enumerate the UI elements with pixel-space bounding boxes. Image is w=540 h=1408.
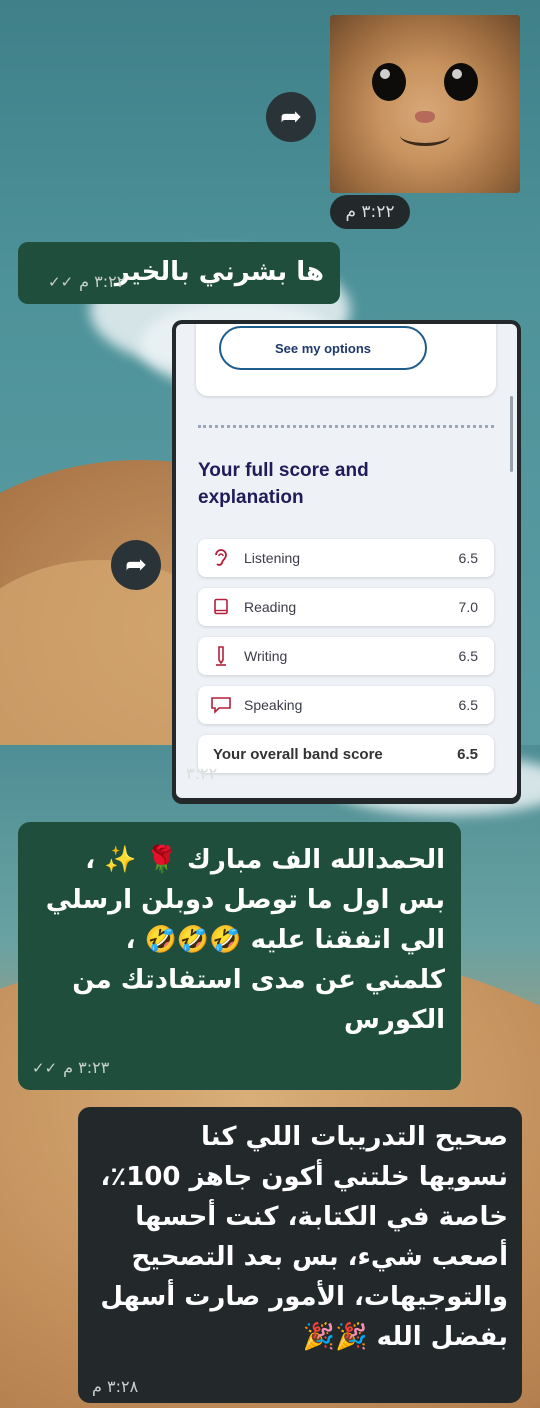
image-message[interactable] [330, 15, 520, 193]
overall-label: Your overall band score [213, 745, 383, 763]
score-label: Writing [244, 648, 288, 664]
overall-band-score-row: Your overall band score 6.5 [198, 735, 494, 773]
outgoing-message[interactable]: ها بشرني بالخير ٣:٢٢ م✓✓ [18, 242, 340, 304]
incoming-message[interactable]: صحيح التدريبات اللي كنا نسويها خلتني أكو… [78, 1107, 522, 1403]
message-line: الحمدالله الف مبارك 🌹 ✨ ، [85, 845, 445, 875]
cat-eye [444, 63, 478, 101]
message-text: ها بشرني بالخير [114, 257, 324, 287]
cat-eye [372, 63, 406, 101]
screenshot-timestamp: ٣:٢٢ [186, 764, 218, 783]
forward-icon[interactable]: ➦ [111, 540, 161, 590]
score-value: 6.5 [458, 697, 478, 713]
outgoing-message[interactable]: الحمدالله الف مبارك 🌹 ✨ ، بس اول ما توصل… [18, 822, 461, 1090]
message-line: والتوجيهات، الأمور صارت أسهل [100, 1282, 508, 1312]
score-label: Reading [244, 599, 297, 615]
message-text: الحمدالله الف مبارك 🌹 ✨ ، بس اول ما توصل… [46, 840, 445, 1040]
score-row-reading: Reading 7.0 [198, 588, 494, 626]
message-time: ٣:٢٢ م [79, 272, 126, 291]
message-line: بس اول ما توصل دوبلن ارسلي [45, 885, 445, 915]
score-label: Speaking [244, 697, 303, 713]
overall-value: 6.5 [457, 745, 478, 763]
options-card: See my options [196, 324, 496, 396]
message-line: كلمني عن مدى استفادتك من [72, 965, 445, 995]
score-value: 7.0 [458, 599, 478, 615]
cat-mouth [400, 125, 450, 146]
see-my-options-button: See my options [219, 326, 427, 370]
message-line: خاصة في الكتابة، كنت أحسها [135, 1202, 508, 1232]
cat-nose [415, 111, 435, 123]
message-line: الي اتفقنا عليه 🤣🤣🤣 ، [125, 925, 445, 955]
double-check-icon: ✓✓ [48, 273, 77, 291]
cat-photo [330, 15, 520, 193]
forward-icon[interactable]: ➦ [266, 92, 316, 142]
score-label: Listening [244, 550, 301, 566]
message-meta: ٣:٢٣ م✓✓ [32, 1058, 109, 1077]
score-value: 6.5 [458, 648, 478, 664]
message-line: صحيح التدريبات اللي كنا [201, 1122, 508, 1152]
image-timestamp: ٣:٢٢ م [330, 195, 410, 229]
score-screenshot: See my options Your full score and expla… [176, 324, 517, 798]
message-meta: ٣:٢٢ م✓✓ [48, 272, 125, 291]
ear-icon [210, 548, 232, 568]
score-row-speaking: Speaking 6.5 [198, 686, 494, 724]
message-time: ٣:٢٨ م [92, 1377, 139, 1396]
dotted-divider [198, 425, 494, 428]
message-line: بفضل الله 🎉🎉 [302, 1322, 508, 1352]
message-meta: ٣:٢٨ م [92, 1377, 138, 1396]
message-line: نسويها خلتني أكون جاهز 100٪، [100, 1162, 508, 1192]
score-value: 6.5 [458, 550, 478, 566]
message-line: أصعب شيء، بس بعد التصحيح [131, 1242, 508, 1272]
score-row-writing: Writing 6.5 [198, 637, 494, 675]
book-icon [210, 598, 232, 616]
score-title: Your full score and explanation [198, 460, 369, 508]
message-text: صحيح التدريبات اللي كنا نسويها خلتني أكو… [100, 1117, 508, 1357]
message-line: الكورس [344, 1005, 445, 1035]
pen-icon [210, 646, 232, 666]
score-row-listening: Listening 6.5 [198, 539, 494, 577]
speech-bubble-icon [210, 696, 232, 714]
double-check-icon: ✓✓ [32, 1059, 61, 1077]
message-time: ٣:٢٣ م [63, 1058, 110, 1077]
scrollbar [510, 396, 513, 472]
